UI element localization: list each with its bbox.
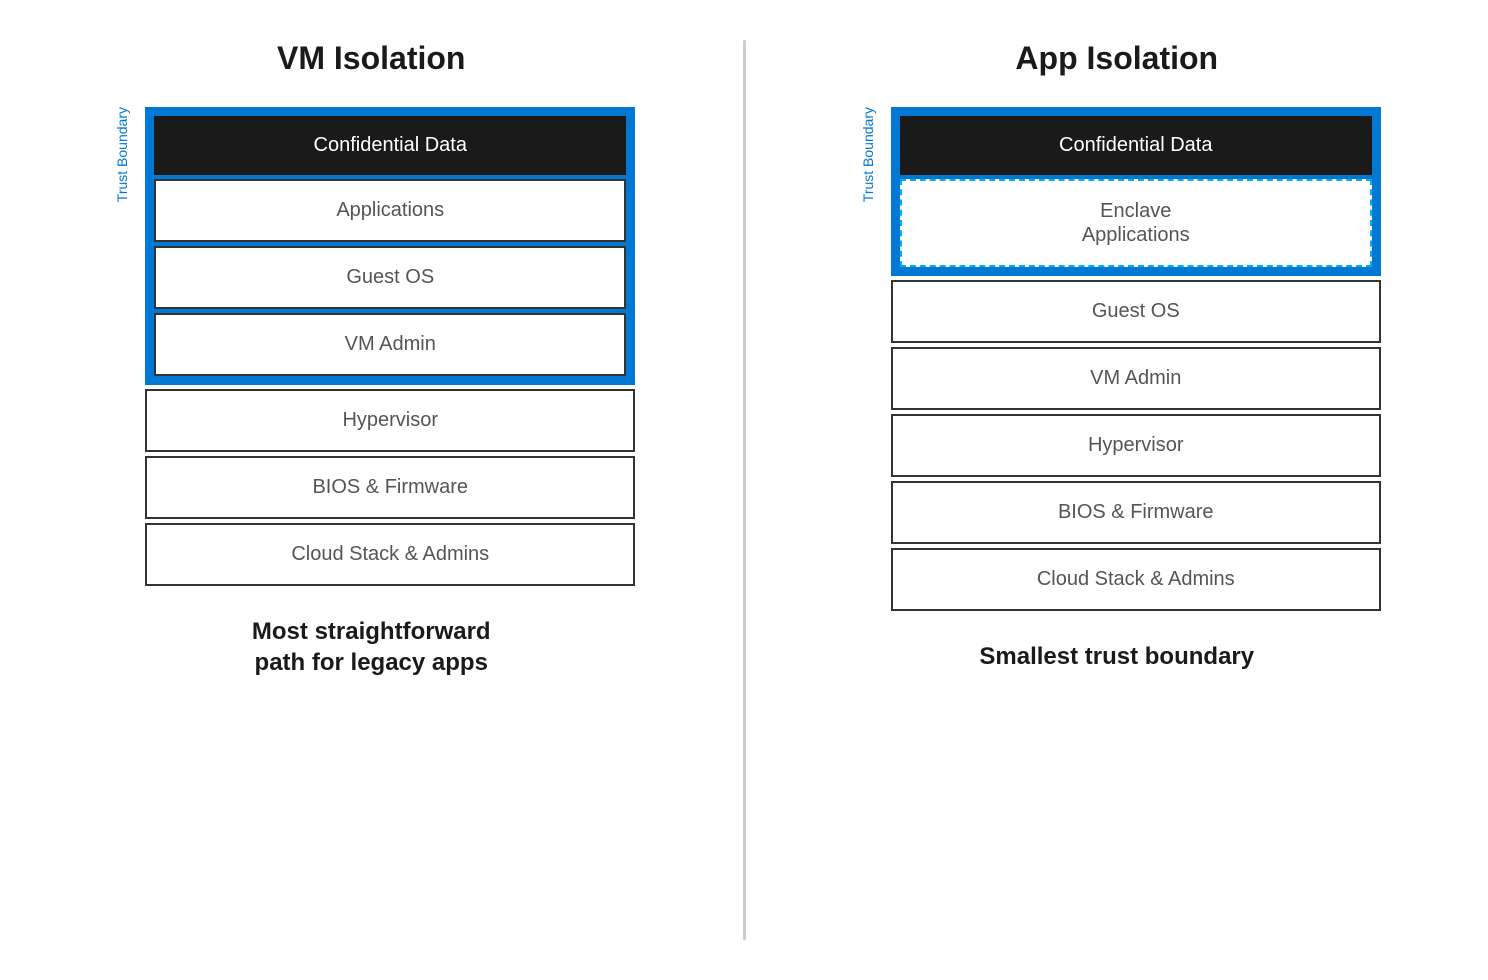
app-trust-boundary-label: Trust Boundary [860, 107, 876, 202]
vm-hypervisor-layer: Hypervisor [145, 389, 635, 452]
vm-confidential-data: Confidential Data [154, 116, 626, 175]
vm-applications-layer: Applications [154, 179, 626, 242]
app-isolation-title: App Isolation [1015, 40, 1218, 77]
app-confidential-data: Confidential Data [900, 116, 1372, 175]
app-hypervisor-layer: Hypervisor [891, 414, 1381, 477]
app-cloudstack-layer: Cloud Stack & Admins [891, 548, 1381, 611]
app-guestos-layer: Guest OS [891, 280, 1381, 343]
app-bios-layer: BIOS & Firmware [891, 481, 1381, 544]
vm-isolation-title: VM Isolation [277, 40, 465, 77]
app-isolation-subtitle: Smallest trust boundary [979, 641, 1254, 672]
vm-trust-box: Confidential Data Applications Guest OS … [145, 107, 635, 385]
app-trust-box: Confidential Data Enclave Applications [891, 107, 1381, 276]
vm-isolation-subtitle: Most straightforward path for legacy app… [252, 616, 491, 678]
app-isolation-column: App Isolation Trust Boundary Confidentia… [746, 20, 1488, 960]
vm-isolation-column: VM Isolation Trust Boundary Confidential… [0, 20, 743, 960]
vm-bios-layer: BIOS & Firmware [145, 456, 635, 519]
vm-vmadmin-layer: VM Admin [154, 313, 626, 376]
enclave-applications-layer: Enclave Applications [900, 179, 1372, 267]
vm-cloudstack-layer: Cloud Stack & Admins [145, 523, 635, 586]
vm-trust-boundary-label: Trust Boundary [114, 107, 130, 202]
main-container: VM Isolation Trust Boundary Confidential… [0, 0, 1488, 980]
app-vmadmin-layer: VM Admin [891, 347, 1381, 410]
vm-guestos-layer: Guest OS [154, 246, 626, 309]
